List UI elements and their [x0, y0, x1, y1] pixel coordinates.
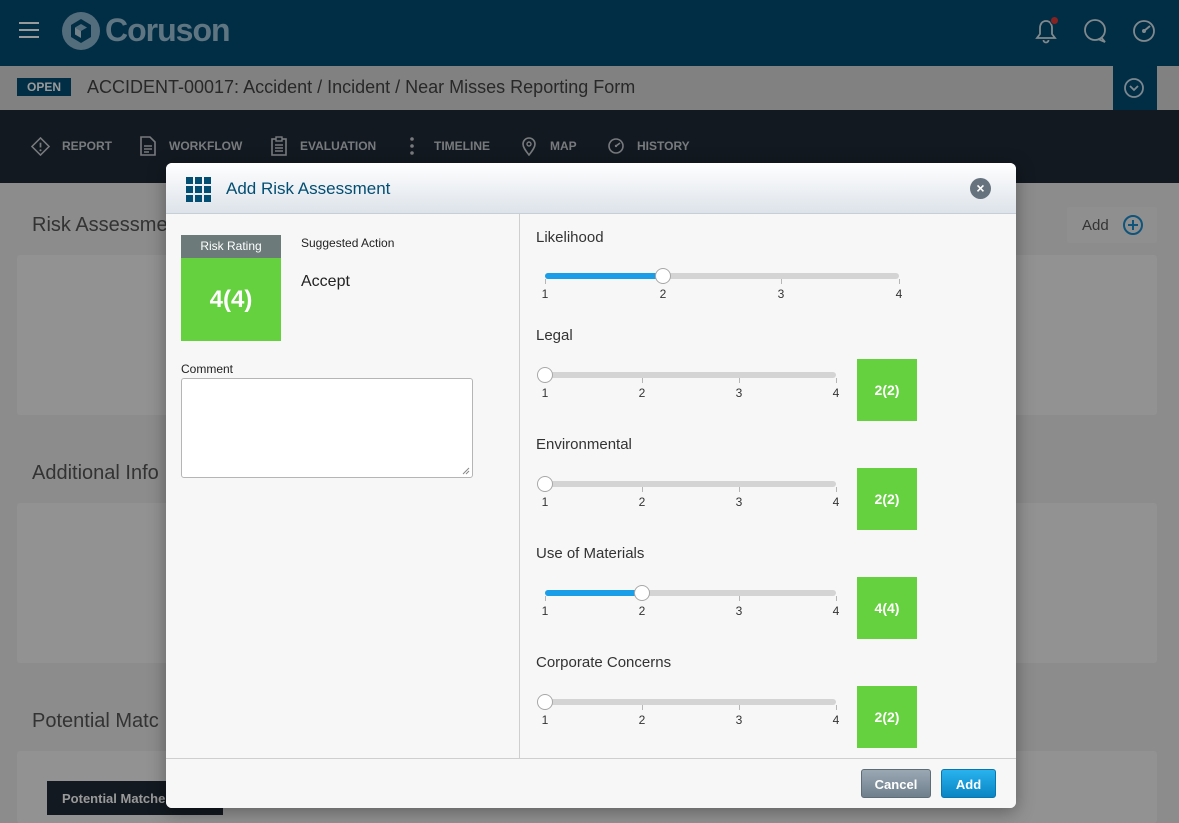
- slider-tick-label: 4: [832, 604, 840, 618]
- suggested-action-label: Suggested Action: [301, 236, 395, 250]
- factor-slider[interactable]: 1 2 3 4: [537, 694, 839, 727]
- slider-tick: [738, 596, 740, 601]
- resize-grip-icon[interactable]: [462, 467, 470, 475]
- factor-score-badge: 2(2): [857, 468, 917, 530]
- slider-tick-label: 1: [541, 386, 549, 400]
- slider-thumb[interactable]: [537, 367, 553, 383]
- slider-tick: [641, 705, 643, 710]
- factor-slider[interactable]: 1 2 3 4: [537, 476, 839, 509]
- risk-rating-value: 4(4): [181, 258, 281, 341]
- factor-slider[interactable]: 1 2 3 4: [537, 367, 839, 400]
- slider-tick: [544, 596, 546, 601]
- slider-tick: [780, 279, 782, 284]
- factor-score-badge: 2(2): [857, 686, 917, 748]
- slider-tick: [738, 705, 740, 710]
- slider-tick-label: 1: [541, 713, 549, 727]
- slider-tick-label: 1: [541, 287, 549, 301]
- slider-tick-label: 4: [832, 386, 840, 400]
- suggested-action-value: Accept: [301, 273, 350, 290]
- factor-slider[interactable]: 1 2 3 4: [542, 268, 902, 301]
- slider-thumb[interactable]: [537, 476, 553, 492]
- slider-tick: [738, 487, 740, 492]
- slider-tick-label: 4: [895, 287, 903, 301]
- slider-tick-label: 3: [735, 495, 743, 509]
- comment-label: Comment: [181, 362, 234, 376]
- slider-tick: [835, 487, 837, 492]
- risk-rating-label: Risk Rating: [181, 235, 281, 258]
- slider-tick: [835, 705, 837, 710]
- slider-thumb[interactable]: [655, 268, 671, 284]
- slider-tick-label: 1: [541, 604, 549, 618]
- comment-textarea[interactable]: [181, 378, 473, 478]
- dialog-title: Add Risk Assessment: [226, 179, 391, 198]
- slider-tick-label: 1: [541, 495, 549, 509]
- slider-tick-label: 3: [735, 604, 743, 618]
- add-risk-assessment-dialog: Add Risk Assessment × Risk Rating 4(4) S…: [166, 163, 1016, 808]
- factor-slider[interactable]: 1 2 3 4: [542, 585, 839, 618]
- close-icon[interactable]: ×: [970, 178, 991, 199]
- cancel-button[interactable]: Cancel: [861, 769, 931, 798]
- slider-tick: [641, 378, 643, 383]
- factor-score-badge: 4(4): [857, 577, 917, 639]
- factor-label: Environmental: [536, 436, 632, 453]
- slider-tick: [835, 596, 837, 601]
- factor-score-badge: 2(2): [857, 359, 917, 421]
- slider-fill: [545, 590, 642, 596]
- factor-label: Likelihood: [536, 229, 604, 246]
- slider-tick-label: 2: [659, 287, 667, 301]
- slider-tick-label: 4: [832, 713, 840, 727]
- factor-label: Corporate Concerns: [536, 654, 672, 671]
- factor-label: Use of Materials: [536, 545, 645, 562]
- grid-icon: [186, 177, 211, 202]
- slider-tick: [544, 279, 546, 284]
- slider-tick: [898, 279, 900, 284]
- slider-tick-label: 4: [832, 495, 840, 509]
- slider-tick-label: 3: [735, 386, 743, 400]
- add-button[interactable]: Add: [941, 769, 996, 798]
- slider-tick: [641, 487, 643, 492]
- slider-tick-label: 2: [638, 495, 646, 509]
- rating-summary-pane: Risk Rating 4(4) Suggested Action Accept…: [166, 214, 520, 758]
- slider-fill: [545, 273, 663, 279]
- slider-thumb[interactable]: [634, 585, 650, 601]
- risk-factors-pane: Likelihood 1 2 3 4 Legal 1 2 3 4 2(2) Environmental…: [521, 214, 1016, 758]
- slider-tick-label: 2: [638, 386, 646, 400]
- slider-tick-label: 2: [638, 604, 646, 618]
- dialog-footer: Cancel Add: [166, 758, 1016, 808]
- factor-label: Legal: [536, 327, 573, 344]
- slider-tick: [738, 378, 740, 383]
- slider-tick-label: 2: [638, 713, 646, 727]
- slider-tick: [835, 378, 837, 383]
- slider-tick-label: 3: [735, 713, 743, 727]
- slider-tick-label: 3: [777, 287, 785, 301]
- slider-thumb[interactable]: [537, 694, 553, 710]
- dialog-header: Add Risk Assessment ×: [166, 163, 1016, 214]
